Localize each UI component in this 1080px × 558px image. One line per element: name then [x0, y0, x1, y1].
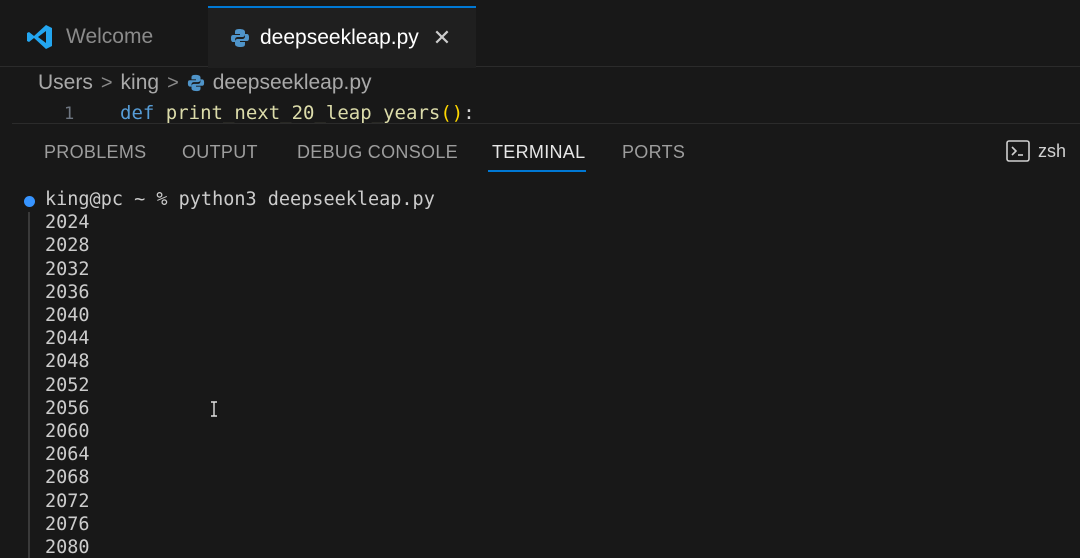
terminal-gutter — [28, 212, 30, 558]
code-keyword: def — [120, 102, 155, 124]
vscode-window: Welcome deepseekleap.py ✕ Users > king >… — [0, 0, 1080, 558]
python-file-icon — [187, 74, 205, 92]
tab-welcome[interactable]: Welcome — [12, 8, 208, 66]
terminal-icon — [1006, 140, 1030, 162]
text-cursor-icon — [211, 401, 217, 417]
code-text[interactable]: def print_next_20_leap_years(): — [120, 102, 475, 124]
terminal-output-line: 2080 — [45, 537, 90, 558]
terminal-output-line: 2056 — [45, 397, 90, 419]
tab-label: deepseekleap.py — [260, 26, 419, 49]
terminal-output-line: 2024 — [45, 212, 90, 234]
vscode-logo-icon — [26, 23, 54, 51]
breadcrumb-item-file[interactable]: deepseekleap.py — [213, 71, 372, 95]
chevron-right-icon: > — [100, 71, 113, 94]
code-paren-close: ) — [451, 102, 464, 124]
line-number: 1 — [64, 104, 75, 124]
editor-tab-bar: Welcome deepseekleap.py ✕ — [0, 0, 1080, 68]
tab-deepseekleap[interactable]: deepseekleap.py ✕ — [208, 6, 476, 68]
terminal-output-line: 2068 — [45, 467, 90, 489]
terminal-output-line: 2028 — [45, 235, 90, 257]
chevron-right-icon: > — [167, 71, 179, 94]
tab-ports[interactable]: PORTS — [622, 142, 685, 163]
terminal-output-line: 2032 — [45, 258, 90, 280]
editor-code-line[interactable]: 1 def print_next_20_leap_years(): — [0, 100, 1080, 124]
tab-terminal[interactable]: TERMINAL — [492, 142, 585, 163]
terminal-output-line: 2048 — [45, 351, 90, 373]
tab-problems[interactable]: PROBLEMS — [44, 142, 146, 163]
terminal-output-line: 2040 — [45, 305, 90, 326]
tab-debug-console[interactable]: DEBUG CONSOLE — [297, 142, 458, 163]
terminal-output-line: 2064 — [45, 444, 90, 466]
python-file-icon — [230, 28, 250, 48]
close-icon[interactable]: ✕ — [433, 25, 451, 51]
terminal-output-line: 2036 — [45, 281, 90, 303]
code-colon: : — [463, 102, 475, 124]
terminal-output-line: 2072 — [45, 490, 90, 512]
terminal-shell-selector[interactable]: zsh — [1006, 140, 1066, 162]
active-tab-indicator — [488, 170, 586, 172]
terminal-output-line: 2076 — [45, 513, 90, 535]
shell-label: zsh — [1037, 140, 1066, 161]
code-paren-open: ( — [440, 102, 452, 124]
breadcrumb: Users > king > deepseekleap.py — [38, 68, 372, 98]
terminal-output-line: 2052 — [45, 374, 90, 396]
terminal-output-line: 2060 — [45, 421, 90, 442]
tab-output[interactable]: OUTPUT — [182, 142, 258, 163]
command-decoration-icon[interactable] — [24, 196, 35, 207]
breadcrumb-item-king[interactable]: king — [121, 71, 160, 95]
code-function-name: print_next_20_leap_years — [165, 102, 441, 124]
tab-label: Welcome — [66, 25, 154, 48]
breadcrumb-item-users[interactable]: Users — [38, 71, 93, 95]
terminal-output[interactable]: king@pc ~ % python3 deepseekleap.py 2024… — [24, 188, 1064, 558]
terminal-output-line: 2044 — [45, 328, 90, 350]
panel-tab-bar: PROBLEMS OUTPUT DEBUG CONSOLE TERMINAL P… — [12, 124, 1080, 174]
terminal-prompt-line: king@pc ~ % python3 deepseekleap.py — [45, 189, 435, 210]
bottom-panel: PROBLEMS OUTPUT DEBUG CONSOLE TERMINAL P… — [12, 123, 1080, 558]
